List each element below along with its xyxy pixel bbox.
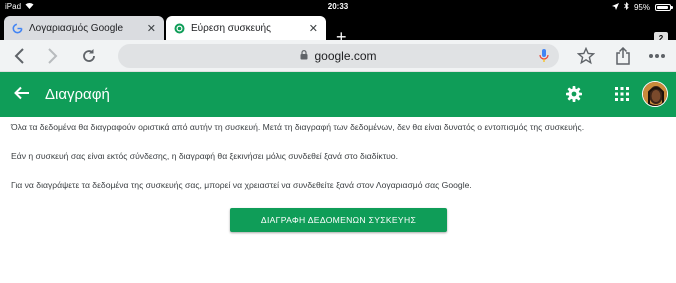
more-menu-button[interactable] — [646, 45, 668, 67]
status-bar: iPad 20:33 95% — [0, 0, 676, 13]
battery-icon — [655, 3, 673, 11]
share-button[interactable] — [612, 45, 634, 67]
page-title: Διαγραφή — [45, 86, 110, 103]
back-arrow-icon — [14, 48, 24, 64]
share-icon — [616, 47, 630, 65]
bookmark-button[interactable] — [575, 45, 597, 67]
tab-strip: Λογαριασμός Google ✕ Εύρεση συσκευής ✕ +… — [0, 13, 676, 46]
google-g-icon — [12, 23, 23, 34]
address-bar[interactable]: google.com — [118, 44, 559, 68]
forward-arrow-icon — [48, 48, 58, 64]
find-device-icon — [174, 23, 185, 34]
erase-device-data-button[interactable]: ΔΙΑΓΡΑΦΗ ΔΕΔΟΜΕΝΩΝ ΣΥΣΚΕΥΗΣ — [230, 208, 447, 232]
paragraph-offline-device: Εάν η συσκευή σας είναι εκτός σύνδεσης, … — [11, 151, 398, 161]
tab-label: Λογαριασμός Google — [29, 22, 124, 34]
bluetooth-icon — [624, 1, 629, 12]
microphone-icon[interactable] — [539, 48, 549, 67]
status-time: 20:33 — [327, 2, 349, 11]
forward-button[interactable] — [42, 45, 64, 67]
app-bar: Διαγραφή — [0, 72, 676, 117]
lock-icon — [300, 49, 308, 63]
battery-percent: 95% — [633, 2, 650, 12]
apps-grid-icon[interactable] — [614, 86, 630, 107]
avatar[interactable] — [642, 81, 668, 107]
paragraph-sign-in-again: Για να διαγράψετε τα δεδομένα της συσκευ… — [11, 180, 472, 190]
browser-toolbar: google.com — [0, 40, 676, 72]
tab-find-device[interactable]: Εύρεση συσκευής ✕ — [166, 16, 326, 40]
back-button[interactable] — [8, 45, 30, 67]
settings-gear-icon[interactable] — [565, 85, 583, 108]
close-tab-icon[interactable]: ✕ — [309, 22, 318, 35]
tab-google-account[interactable]: Λογαριασμός Google ✕ — [4, 16, 164, 40]
more-horizontal-icon — [649, 54, 665, 58]
reload-icon — [83, 49, 95, 62]
star-icon — [577, 47, 595, 65]
location-icon — [611, 2, 619, 12]
tab-label: Εύρεση συσκευής — [191, 22, 271, 34]
url-text: google.com — [314, 49, 377, 63]
back-arrow-icon[interactable] — [14, 85, 30, 106]
paragraph-permanent-erase: Όλα τα δεδομένα θα διαγραφούν οριστικά α… — [11, 122, 585, 132]
close-tab-icon[interactable]: ✕ — [147, 22, 156, 35]
reload-button[interactable] — [78, 45, 100, 67]
